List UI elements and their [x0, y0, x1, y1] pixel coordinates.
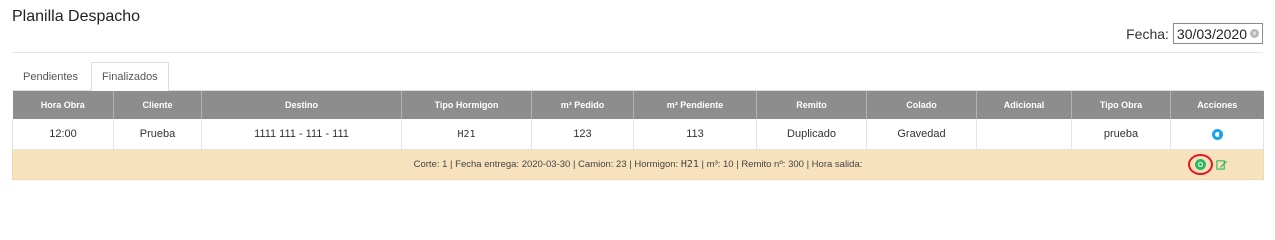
cell-remito: Duplicado	[756, 119, 867, 150]
cell-m3-pendiente: 113	[633, 119, 757, 150]
cell-acciones	[1170, 119, 1264, 150]
tab-bar: Pendientes Finalizados	[12, 62, 1263, 92]
cell-destino: 1111 111 - 111 - 111	[201, 119, 402, 150]
header-m3-pedido[interactable]: m³ Pedido	[531, 91, 634, 119]
clear-date-icon[interactable]: ×	[1250, 29, 1259, 38]
header-acciones: Acciones	[1170, 91, 1264, 119]
refresh-circle-icon[interactable]	[1211, 128, 1223, 140]
table-header-row: Hora Obra Cliente Destino Tipo Hormigon …	[12, 91, 1264, 119]
header-hora-obra[interactable]: Hora Obra	[12, 91, 114, 119]
date-value: 30/03/2020	[1176, 25, 1247, 42]
cell-adicional	[976, 119, 1072, 150]
cell-colado: Gravedad	[866, 119, 977, 150]
page-title: Planilla Despacho	[12, 8, 141, 25]
cell-cliente: Prueba	[113, 119, 202, 150]
header-m3-pendiente[interactable]: m³ Pendiente	[633, 91, 757, 119]
detail-text-after: | m³: 10 | Remito nº: 300 | Hora salida:	[698, 159, 863, 170]
header-colado[interactable]: Colado	[866, 91, 977, 119]
header-destino[interactable]: Destino	[201, 91, 402, 119]
divider	[12, 52, 1263, 53]
header-remito[interactable]: Remito	[756, 91, 867, 119]
header-adicional[interactable]: Adicional	[976, 91, 1072, 119]
detail-hormigon: H21	[680, 159, 699, 170]
date-filter: Fecha: 30/03/2020 ×	[1126, 23, 1263, 44]
tab-pendientes[interactable]: Pendientes	[12, 62, 89, 91]
date-label: Fecha:	[1126, 25, 1169, 42]
date-input[interactable]: 30/03/2020 ×	[1172, 23, 1263, 44]
view-button[interactable]	[1188, 154, 1213, 175]
cell-tipo-hormigon: H21	[401, 119, 532, 150]
detail-text-before: Corte: 1 | Fecha entrega: 2020-03-30 | C…	[413, 159, 681, 170]
header-tipo-hormigon[interactable]: Tipo Hormigon	[401, 91, 532, 119]
cell-tipo-obra: prueba	[1071, 119, 1171, 150]
table-row[interactable]: 12:00 Prueba 1111 111 - 111 - 111 H21 12…	[12, 119, 1264, 150]
header-cliente[interactable]: Cliente	[113, 91, 202, 119]
detail-row: Corte: 1 | Fecha entrega: 2020-03-30 | C…	[12, 149, 1264, 180]
detail-cell: Corte: 1 | Fecha entrega: 2020-03-30 | C…	[12, 149, 1264, 180]
cell-m3-pedido: 123	[531, 119, 634, 150]
detail-actions	[1188, 154, 1227, 175]
header-tipo-obra[interactable]: Tipo Obra	[1071, 91, 1171, 119]
dispatch-table: Hora Obra Cliente Destino Tipo Hormigon …	[12, 91, 1264, 180]
cell-hora-obra: 12:00	[12, 119, 114, 150]
tab-finalizados[interactable]: Finalizados	[91, 62, 169, 92]
edit-icon[interactable]	[1216, 159, 1227, 170]
eye-icon	[1195, 159, 1206, 170]
